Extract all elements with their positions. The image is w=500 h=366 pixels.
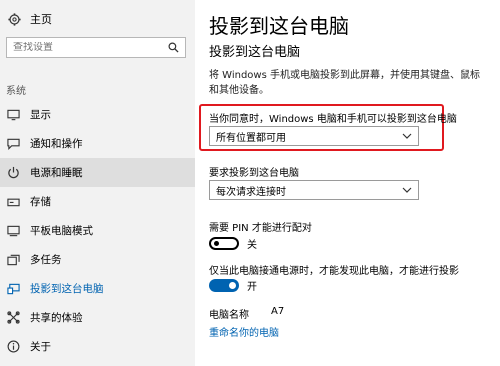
sidebar-item-project-to-pc[interactable]: 投影到这台电脑: [0, 274, 195, 303]
sidebar-item-notifications[interactable]: 通知和操作: [0, 129, 195, 158]
home-label: 主页: [30, 13, 52, 26]
sidebar-item-tablet-mode[interactable]: 平板电脑模式: [0, 216, 195, 245]
sidebar-item-label: 多任务: [30, 254, 62, 266]
pc-name-row: 电脑名称 A7: [209, 306, 284, 321]
rename-pc-link[interactable]: 重命名你的电脑: [209, 324, 279, 339]
sidebar-item-shared-experiences[interactable]: 共享的体验: [0, 303, 195, 332]
pin-toggle[interactable]: [209, 237, 239, 250]
settings-search-box[interactable]: [6, 37, 186, 58]
section-title: 投影到这台电脑: [209, 45, 301, 60]
section-label-system: 系统: [6, 86, 26, 97]
request-dropdown[interactable]: 每次请求连接时: [209, 180, 419, 200]
sidebar-nav: 显示 通知和操作 电源和睡眠 存储 平板电脑模式 多任务 投影到这台电脑 共享的…: [0, 100, 195, 361]
sidebar-item-label: 显示: [30, 109, 51, 121]
availability-value: 所有位置都可用: [216, 132, 286, 144]
plugged-toggle-row: 开: [209, 278, 257, 293]
sidebar-item-label: 通知和操作: [30, 138, 83, 150]
plugged-label: 仅当此电脑接通电源时，才能发现此电脑，才能进行投影: [209, 266, 459, 277]
home-link[interactable]: 主页: [6, 9, 52, 29]
sidebar-item-label: 共享的体验: [30, 312, 83, 324]
sidebar-item-storage[interactable]: 存储: [0, 187, 195, 216]
sidebar: 主页 系统 显示 通知和操作 电源和睡眠: [0, 0, 195, 366]
sidebar-item-power-sleep[interactable]: 电源和睡眠: [0, 158, 195, 187]
project-icon: [6, 282, 20, 296]
chevron-down-icon: [402, 131, 412, 141]
sidebar-item-label: 存储: [30, 196, 51, 208]
sidebar-item-display[interactable]: 显示: [0, 100, 195, 129]
sidebar-item-label: 投影到这台电脑: [30, 283, 104, 295]
sidebar-item-multitasking[interactable]: 多任务: [0, 245, 195, 274]
sidebar-item-label: 电源和睡眠: [30, 167, 83, 179]
availability-label: 当你同意时，Windows 电脑和手机可以投影到这台电脑: [209, 114, 457, 125]
sidebar-item-label: 关于: [30, 341, 51, 353]
pc-name-label: 电脑名称: [209, 310, 249, 321]
page-title: 投影到这台电脑: [209, 14, 349, 38]
gear-icon: [6, 11, 22, 27]
search-input[interactable]: [13, 42, 167, 53]
search-icon[interactable]: [167, 42, 179, 54]
plugged-toggle-state: 开: [247, 282, 257, 293]
pin-label: 需要 PIN 才能进行配对: [209, 223, 312, 234]
request-label: 要求投影到这台电脑: [209, 168, 299, 179]
chevron-down-icon: [402, 185, 412, 195]
tablet-mode-icon: [6, 224, 20, 238]
storage-icon: [6, 195, 20, 209]
pin-toggle-state: 关: [247, 240, 257, 251]
power-icon: [6, 166, 20, 180]
toggle-knob: [229, 282, 236, 289]
request-value: 每次请求连接时: [216, 186, 286, 198]
plugged-toggle[interactable]: [209, 279, 239, 292]
availability-dropdown[interactable]: 所有位置都可用: [209, 126, 419, 146]
notification-icon: [6, 137, 20, 151]
multitasking-icon: [6, 253, 20, 267]
sidebar-item-about[interactable]: 关于: [0, 332, 195, 361]
display-icon: [6, 108, 20, 122]
sidebar-item-label: 平板电脑模式: [30, 225, 93, 237]
info-icon: [6, 340, 20, 354]
toggle-knob: [214, 241, 219, 246]
shared-experience-icon: [6, 311, 20, 325]
pc-name-value: A7: [271, 306, 285, 317]
description-text: 将 Windows 手机或电脑投影到此屏幕，并使用其键盘、鼠标和其他设备。: [209, 70, 480, 96]
pin-toggle-row: 关: [209, 236, 257, 251]
